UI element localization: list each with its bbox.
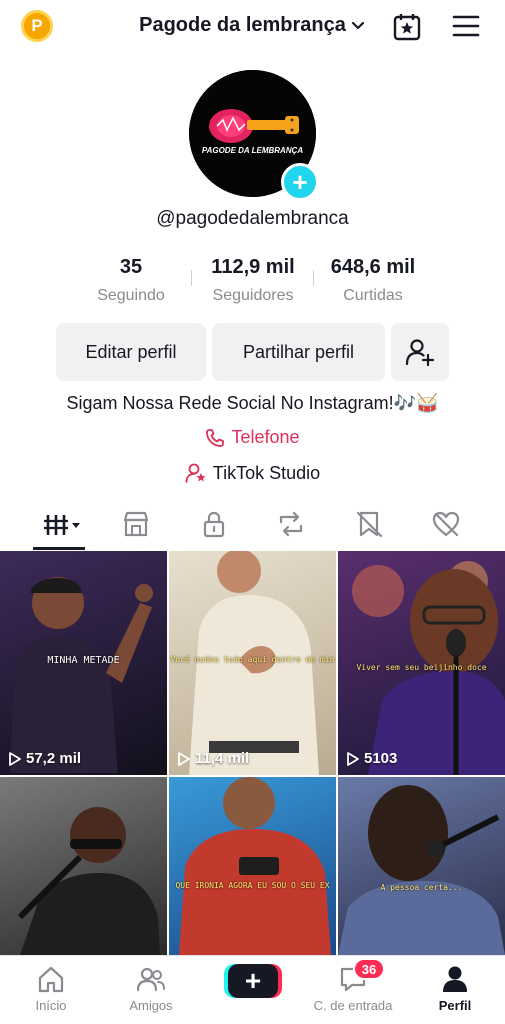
stat-value: 112,9 mil <box>211 256 295 278</box>
view-count-value: 57,2 mil <box>26 750 82 767</box>
stat-value: 35 <box>119 256 143 278</box>
nav-home-label: Início <box>35 998 67 1013</box>
video-thumbnail[interactable]: MINHA METADE 57,2 mil <box>0 551 167 775</box>
create-button[interactable] <box>224 962 282 1000</box>
video-caption: Você mudou tudo aqui dentro de mim <box>170 655 335 664</box>
repost-tab-icon[interactable] <box>276 509 306 539</box>
divider <box>191 270 192 286</box>
video-caption: MINHA METADE <box>47 655 120 666</box>
stat-likes[interactable]: 648,6 mil Curtidas <box>318 256 428 305</box>
divider <box>313 270 314 286</box>
nav-friends[interactable]: Amigos <box>106 964 196 1013</box>
view-count-value: 11,4 mil <box>195 750 250 767</box>
edit-profile-button[interactable]: Editar perfil <box>56 323 206 381</box>
nav-friends-label: Amigos <box>129 998 173 1013</box>
nav-profile[interactable]: Perfil <box>410 964 500 1013</box>
stat-label: Seguidores <box>212 287 294 304</box>
add-friend-button[interactable] <box>391 323 449 381</box>
menu-icon[interactable] <box>452 14 480 38</box>
view-count-value: 5103 <box>364 750 398 767</box>
stat-followers[interactable]: 112,9 mil Seguidores <box>198 256 308 305</box>
stat-label: Seguindo <box>97 287 165 304</box>
content-tabs <box>0 503 505 551</box>
phone-icon <box>206 428 225 447</box>
play-icon <box>178 751 190 766</box>
favorites-tab-icon[interactable] <box>354 509 384 539</box>
video-thumbnail[interactable]: Você mudou tudo aqui dentro de mim 11,4 … <box>169 551 336 775</box>
shop-tab-icon[interactable] <box>121 509 151 539</box>
profile-icon <box>443 966 467 992</box>
inbox-badge: 36 <box>353 958 385 980</box>
profile-bio: Sigam Nossa Rede Social No Instagram!🎶🥁 <box>66 393 439 413</box>
studio-label: TikTok Studio <box>212 462 321 483</box>
video-caption: QUE IRONIA AGORA EU SOU O SEU EX <box>175 881 330 890</box>
studio-user-icon <box>185 463 206 483</box>
stat-label: Curtidas <box>343 287 403 304</box>
singer-image <box>179 777 331 955</box>
videos-tab-icon[interactable] <box>44 509 84 539</box>
friends-icon <box>136 967 165 992</box>
active-tab-indicator <box>33 547 85 550</box>
singer-image <box>17 807 160 955</box>
profile-stats: 35 Seguindo 112,9 mil Seguidores 648,6 m… <box>0 256 505 312</box>
tiktok-studio-link[interactable]: TikTok Studio <box>0 462 505 484</box>
account-switcher[interactable]: Pagode da lembrança <box>0 14 505 37</box>
top-bar: P Pagode da lembrança <box>0 0 505 54</box>
private-tab-icon[interactable] <box>199 509 229 539</box>
play-icon <box>9 751 21 766</box>
view-count: 11,4 mil <box>177 750 249 767</box>
nav-home[interactable]: Início <box>6 964 96 1013</box>
avatar-text: PAGODE DA LEMBRANÇA <box>201 146 304 155</box>
stat-value: 648,6 mil <box>330 256 416 278</box>
home-icon <box>38 966 64 993</box>
add-user-icon <box>405 339 435 367</box>
singer-image <box>338 785 505 955</box>
phone-label: Telefone <box>231 427 300 447</box>
share-profile-button[interactable]: Partilhar perfil <box>212 323 385 381</box>
play-icon <box>347 751 359 766</box>
view-count: 57,2 mil <box>8 750 81 767</box>
profile-title: Pagode da lembrança <box>139 14 346 36</box>
singer-image <box>10 577 153 773</box>
phone-link[interactable]: Telefone <box>0 427 505 448</box>
calendar-star-icon[interactable] <box>392 12 422 42</box>
video-thumbnail[interactable]: A pessoa certa... <box>338 777 505 955</box>
video-thumbnail[interactable]: QUE IRONIA AGORA EU SOU O SEU EX <box>169 777 336 955</box>
video-caption: Viver sem seu beijinho doce <box>356 663 487 672</box>
username: @pagodedalembranca <box>156 208 349 229</box>
chevron-down-icon <box>351 21 364 29</box>
video-caption: A pessoa certa... <box>380 883 463 892</box>
video-thumbnail[interactable] <box>0 777 167 955</box>
plus-icon: + <box>292 167 308 197</box>
stat-following[interactable]: 35 Seguindo <box>86 256 176 305</box>
nav-inbox-label: C. de entrada <box>313 998 393 1013</box>
add-avatar-button[interactable]: + <box>281 163 319 201</box>
liked-tab-icon[interactable] <box>431 509 461 539</box>
view-count: 5103 <box>346 750 397 767</box>
video-thumbnail[interactable]: Viver sem seu beijinho doce 5103 <box>338 551 505 775</box>
nav-profile-label: Perfil <box>438 998 472 1013</box>
